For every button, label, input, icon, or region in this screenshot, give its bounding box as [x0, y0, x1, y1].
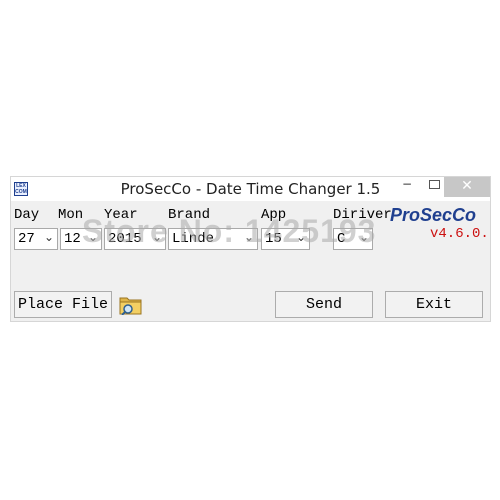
driver-value: C	[337, 231, 346, 247]
close-button[interactable]: ✕	[444, 177, 490, 197]
year-select[interactable]: 2015 ⌄	[104, 228, 166, 250]
maximize-button[interactable]	[425, 177, 445, 197]
minimize-icon: −	[401, 177, 413, 191]
title-bar[interactable]: LEX COM ProSecCo - Date Time Changer 1.5…	[11, 177, 490, 201]
minimize-button[interactable]: −	[397, 177, 417, 197]
close-icon: ✕	[461, 178, 473, 194]
month-value: 12	[64, 231, 81, 247]
month-select[interactable]: 12 ⌄	[60, 228, 102, 250]
chevron-down-icon: ⌄	[87, 230, 98, 244]
chevron-down-icon: ⌄	[358, 230, 369, 244]
app-select[interactable]: 15 ⌄	[261, 228, 310, 250]
chevron-down-icon: ⌄	[243, 230, 254, 244]
brand-select[interactable]: Linde ⌄	[168, 228, 258, 250]
month-label: Mon	[58, 207, 84, 223]
maximize-icon	[429, 180, 440, 189]
folder-search-icon[interactable]	[119, 295, 143, 316]
app-value: 15	[265, 231, 282, 247]
driver-label: Diriver	[333, 207, 392, 223]
day-select[interactable]: 27 ⌄	[14, 228, 58, 250]
year-value: 2015	[108, 231, 142, 247]
place-file-button[interactable]: Place File	[14, 291, 112, 318]
chevron-down-icon: ⌄	[151, 230, 162, 244]
chevron-down-icon: ⌄	[295, 230, 306, 244]
chevron-down-icon: ⌄	[43, 230, 54, 244]
year-label: Year	[104, 207, 138, 223]
version-label: v4.6.0.	[430, 226, 489, 242]
day-value: 27	[18, 231, 35, 247]
day-label: Day	[14, 207, 40, 223]
prosecco-logo: ProSecCo	[390, 205, 477, 225]
brand-value: Linde	[172, 231, 215, 247]
app-label: App	[261, 207, 287, 223]
brand-label: Brand	[168, 207, 211, 223]
exit-button[interactable]: Exit	[385, 291, 483, 318]
send-button[interactable]: Send	[275, 291, 373, 318]
window-title: ProSecCo - Date Time Changer 1.5	[120, 180, 381, 198]
driver-select[interactable]: C ⌄	[333, 228, 373, 250]
app-window: LEX COM ProSecCo - Date Time Changer 1.5…	[10, 176, 491, 322]
